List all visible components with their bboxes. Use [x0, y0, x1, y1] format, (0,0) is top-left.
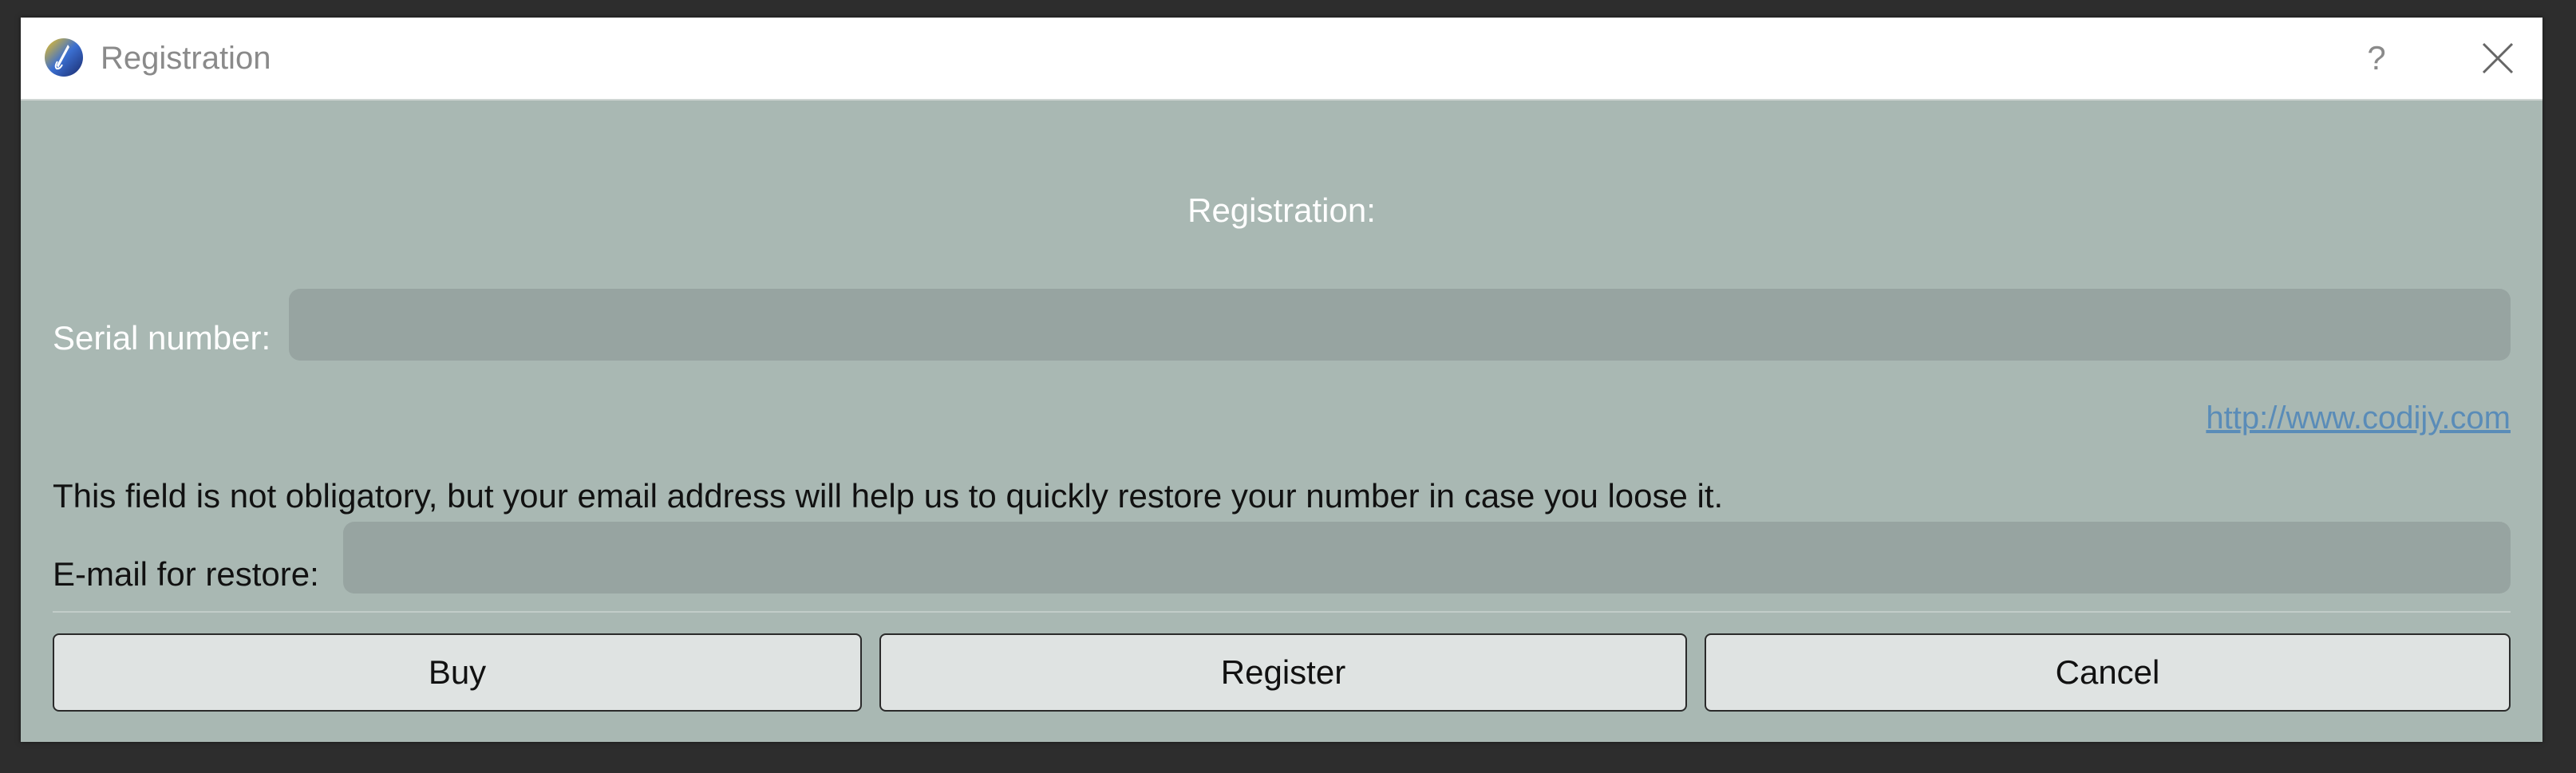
website-link[interactable]: http://www.codijy.com: [2206, 400, 2511, 436]
app-logo-icon: [43, 37, 85, 78]
title-bar: Registration ?: [21, 18, 2542, 101]
form-heading: Registration:: [1187, 191, 1376, 229]
buy-button[interactable]: Buy: [53, 633, 862, 712]
register-button[interactable]: Register: [879, 633, 1687, 712]
email-info-text: This field is not obligatory, but your e…: [53, 477, 1724, 515]
email-label: E-mail for restore:: [53, 555, 319, 593]
registration-dialog: Registration ? Registration: Serial numb…: [21, 18, 2542, 742]
close-button[interactable]: [2459, 32, 2536, 85]
email-input[interactable]: [343, 522, 2511, 594]
window-title: Registration: [101, 41, 271, 76]
cancel-button[interactable]: Cancel: [1705, 633, 2511, 712]
divider: [53, 611, 2511, 613]
serial-number-input[interactable]: [289, 289, 2511, 361]
close-icon: [2482, 42, 2514, 74]
help-button[interactable]: ?: [2335, 32, 2418, 85]
serial-number-label: Serial number:: [53, 319, 271, 357]
